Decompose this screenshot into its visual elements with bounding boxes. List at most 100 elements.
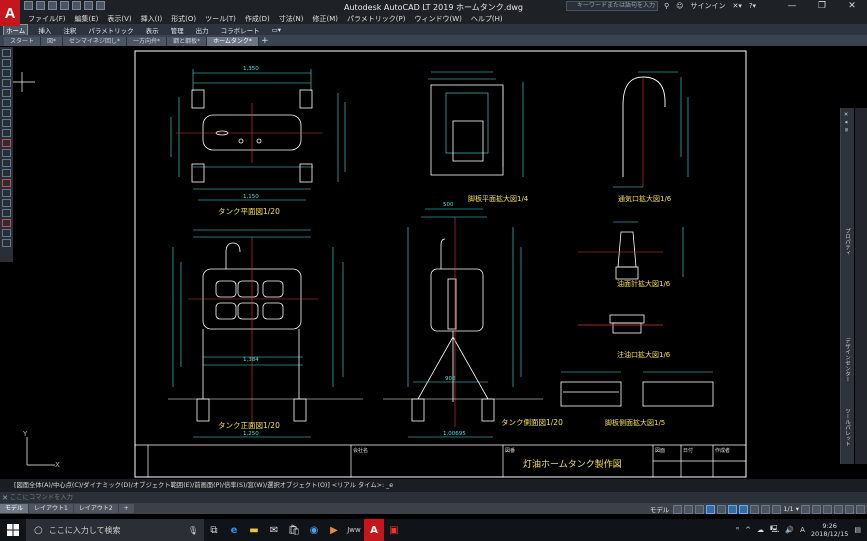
file-explorer-icon[interactable]: ▬ [244, 519, 264, 541]
new-file-icon[interactable] [24, 1, 33, 10]
tab-output[interactable]: 出力 [194, 25, 211, 35]
lineweight-icon[interactable] [750, 504, 760, 514]
notification-icon[interactable]: ▤ [854, 526, 861, 534]
drawing-canvas[interactable]: 1,350 1,150 タンク平面図1/20 1,384 1,250 タンク正面… [13, 47, 839, 479]
table-tool-icon[interactable] [2, 179, 11, 187]
minimize-icon[interactable]: — [777, 0, 807, 13]
menu-modify[interactable]: 修正(M) [312, 14, 338, 24]
spline-tool-icon[interactable] [2, 119, 11, 127]
jw-cad-icon[interactable]: Jww [344, 519, 364, 541]
help-icon[interactable]: ?▾ [749, 2, 756, 10]
offset-tool-icon[interactable] [2, 229, 11, 237]
help-search-input[interactable]: キーワードまたは語句を入力 [566, 1, 658, 11]
command-close-icon[interactable]: ✕ [0, 494, 10, 502]
menu-insert[interactable]: 挿入(I) [141, 14, 163, 24]
undo-icon[interactable] [84, 1, 93, 10]
edge-browser-icon[interactable]: e [224, 519, 244, 541]
arc-tool-icon[interactable] [2, 99, 11, 107]
layout-tab-model[interactable]: モデル [0, 504, 29, 513]
menu-window[interactable]: ウィンドウ(W) [414, 14, 461, 24]
units-icon[interactable] [823, 504, 832, 514]
layout-tab-1[interactable]: レイアウト1 [29, 504, 73, 513]
file-tab-start[interactable]: スタート [4, 37, 42, 46]
task-view-icon[interactable]: ⧉ [204, 519, 224, 541]
clean-screen-icon[interactable] [845, 504, 854, 514]
menu-file[interactable]: ファイル(F) [28, 14, 66, 24]
ribbon-toggle-button[interactable]: ▭▾ [270, 26, 283, 34]
properties-palette-label[interactable]: プロパティ [843, 228, 851, 256]
region-tool-icon[interactable] [2, 169, 11, 177]
annotation-scale-dropdown[interactable]: 1/1 ▾ [783, 505, 799, 513]
menu-format[interactable]: 形式(O) [171, 14, 196, 24]
media-player-icon[interactable]: ◉ [304, 519, 324, 541]
rectangle-tool-icon[interactable] [2, 89, 11, 97]
ellipse-tool-icon[interactable] [2, 129, 11, 137]
menu-parametric[interactable]: パラメトリック(P) [347, 14, 405, 24]
layout-tab-2[interactable]: レイアウト2 [73, 504, 118, 513]
file-tab-4[interactable]: 鋼と鋼板* [167, 37, 208, 46]
block-tool-icon[interactable] [2, 139, 11, 147]
customization-menu-icon[interactable] [856, 504, 865, 514]
circle-tool-icon[interactable] [2, 109, 11, 117]
tab-annotate[interactable]: 注釈 [61, 25, 78, 35]
polar-icon[interactable] [706, 504, 716, 514]
ime-indicator[interactable]: A [800, 526, 805, 534]
copy-tool-icon[interactable] [2, 209, 11, 217]
redo-icon[interactable] [96, 1, 105, 10]
volume-icon[interactable]: 🔊 [785, 526, 794, 534]
cloud-icon[interactable]: ☁ [757, 526, 764, 534]
menu-help[interactable]: ヘルプ(H) [471, 14, 503, 24]
save-icon[interactable] [48, 1, 57, 10]
snap-icon[interactable] [684, 504, 694, 514]
mirror-tool-icon[interactable] [2, 219, 11, 227]
annotation-monitor-icon[interactable] [812, 504, 821, 514]
polygon-tool-icon[interactable] [2, 79, 11, 87]
design-center-label[interactable]: デザインセンター [843, 338, 851, 382]
autocad-taskbar-icon[interactable]: A [364, 519, 384, 541]
tool-palette-label[interactable]: ツールパレット [843, 408, 851, 447]
binoculars-icon[interactable]: ⚲ [664, 2, 669, 10]
restore-icon[interactable]: ❐ [807, 0, 837, 13]
close-icon[interactable]: ✕ [837, 0, 867, 13]
mtext-tool-icon[interactable] [2, 189, 11, 197]
exchange-icon[interactable]: ✕▾ [732, 2, 741, 10]
model-space-button[interactable]: モデル [650, 504, 670, 514]
store-icon[interactable]: 🛍 [284, 519, 304, 541]
mail-icon[interactable]: ✉ [264, 519, 284, 541]
save-as-icon[interactable] [60, 1, 69, 10]
open-file-icon[interactable] [36, 1, 45, 10]
microphone-icon[interactable]: 🎙 [188, 526, 198, 535]
object-snap-tracking-icon[interactable] [728, 504, 738, 514]
tab-insert[interactable]: 挿入 [36, 25, 53, 35]
new-tab-icon[interactable]: + [259, 37, 271, 46]
network-icon[interactable]: 🖳 [770, 525, 779, 536]
video-player-icon[interactable]: ▶ [324, 519, 344, 541]
people-icon[interactable]: ᴿ [736, 526, 739, 534]
polyline-tool-icon[interactable] [2, 69, 11, 77]
file-tab-3[interactable]: 一方向弁* [127, 37, 168, 46]
menu-tools[interactable]: ツール(T) [205, 14, 236, 24]
workspace-gear-icon[interactable] [801, 504, 810, 514]
file-tab-1[interactable]: 図* [41, 37, 64, 46]
grid-icon[interactable] [673, 504, 683, 514]
tab-view[interactable]: 表示 [144, 25, 161, 35]
taskbar-search-box[interactable]: ○ ここに入力して検索 🎙 [26, 519, 204, 541]
menu-draw[interactable]: 作成(D) [245, 14, 270, 24]
isolate-objects-icon[interactable] [834, 504, 843, 514]
tab-parametric[interactable]: パラメトリック [86, 25, 135, 35]
isodraft-icon[interactable] [717, 504, 727, 514]
signin-button[interactable]: サインイン [690, 1, 725, 11]
menu-view[interactable]: 表示(V) [107, 14, 131, 24]
move-tool-icon[interactable] [2, 239, 11, 247]
line-tool-icon[interactable] [2, 49, 11, 57]
tab-manage[interactable]: 管理 [169, 25, 186, 35]
object-snap-icon[interactable] [739, 504, 749, 514]
menu-dimension[interactable]: 寸法(N) [279, 14, 304, 24]
xline-tool-icon[interactable] [2, 59, 11, 67]
tray-chevron-icon[interactable]: ^ [745, 526, 751, 534]
file-tab-2[interactable]: ゼンマイネジ回し* [63, 37, 128, 46]
application-menu-button[interactable]: A [0, 0, 20, 26]
command-input[interactable] [10, 493, 510, 502]
taskbar-clock[interactable]: 9:26 2018/12/15 [811, 522, 848, 538]
tab-collaborate[interactable]: コラボレート [219, 25, 262, 35]
